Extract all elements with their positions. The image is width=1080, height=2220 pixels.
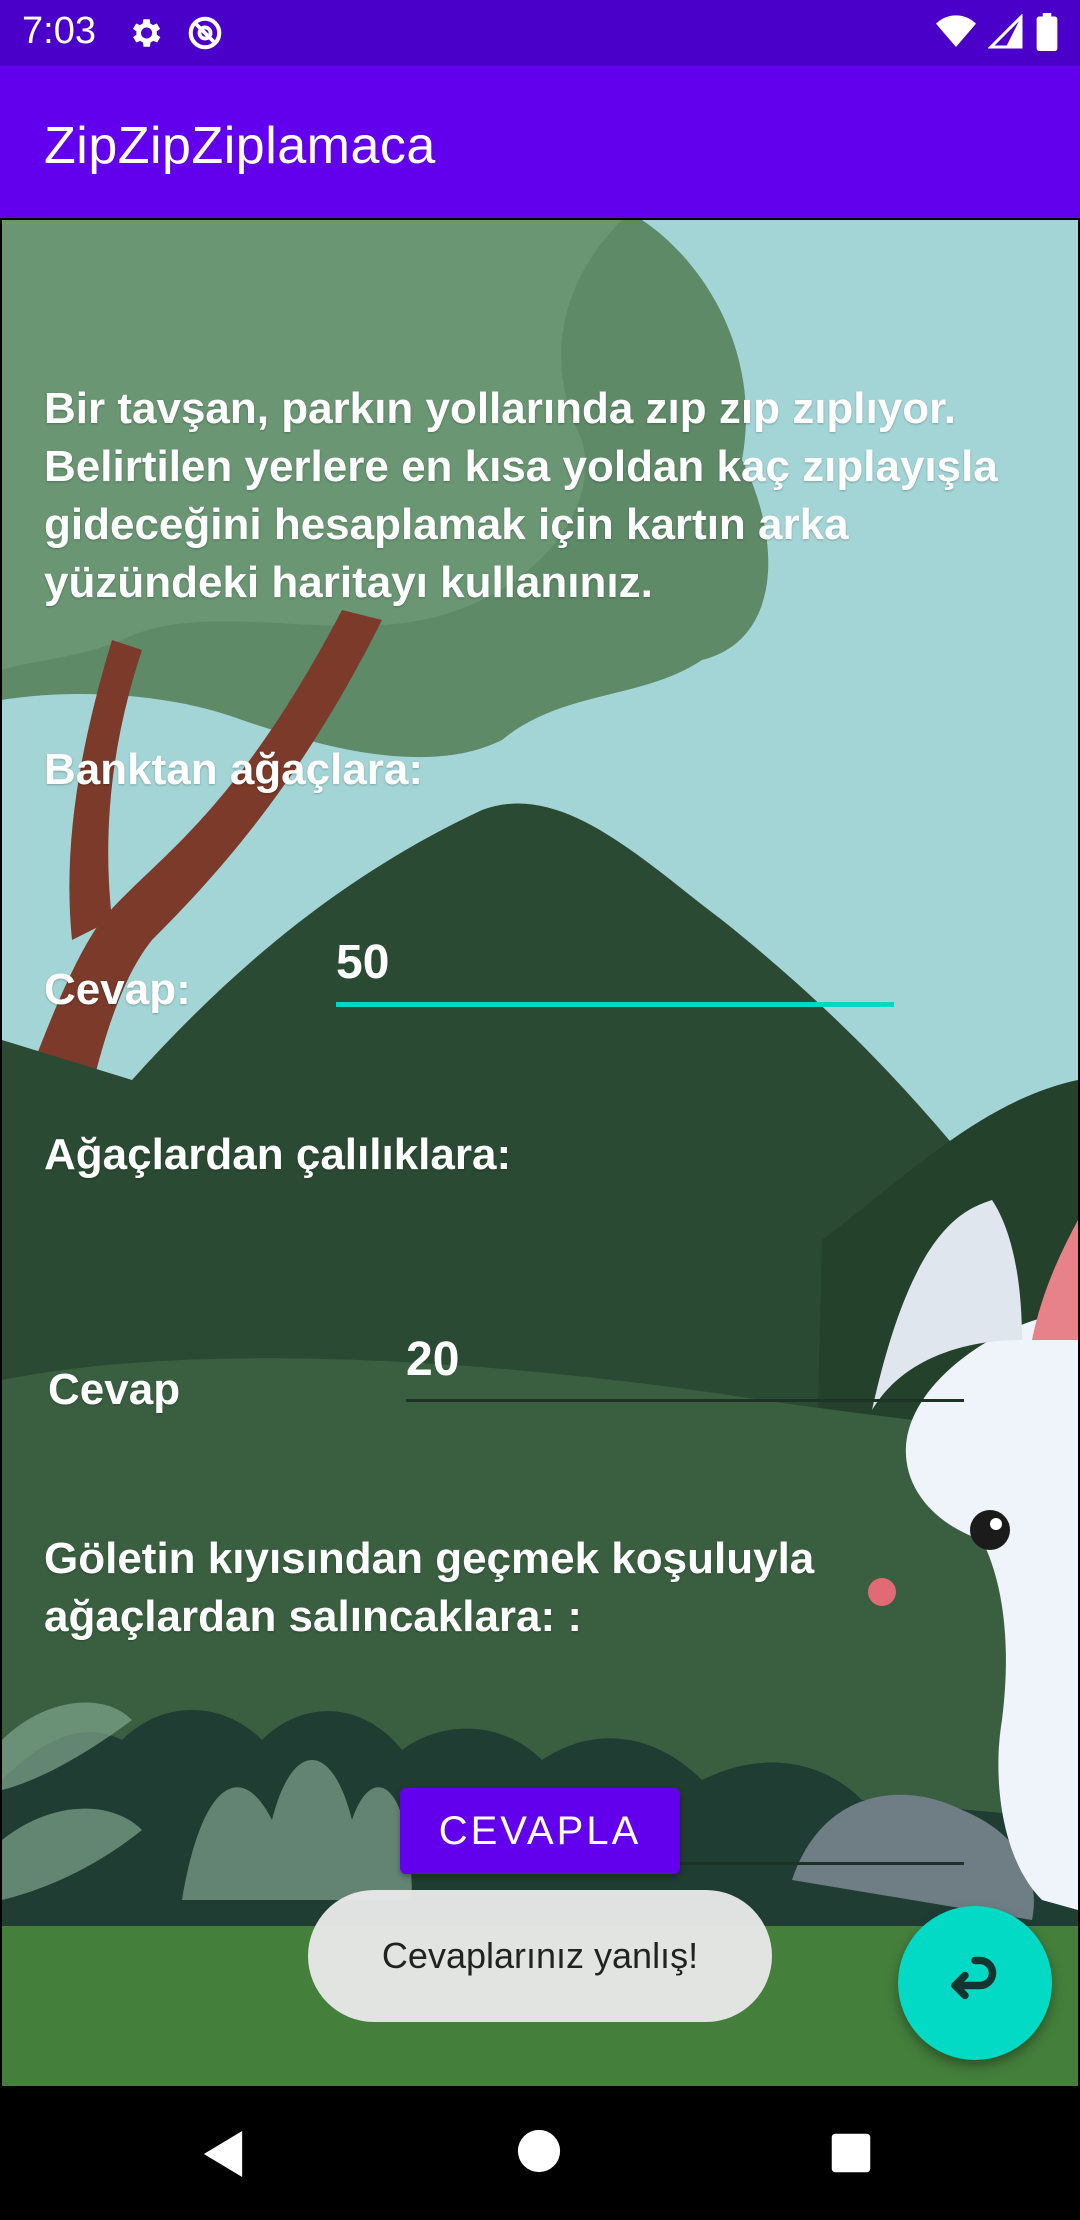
answer-2-input[interactable]: 20 <box>406 1332 964 1402</box>
answer-1-input[interactable]: 50 <box>336 935 894 1007</box>
status-time: 7:03 <box>22 10 96 52</box>
no-sync-icon <box>188 16 222 50</box>
navigation-bar <box>0 2088 1080 2220</box>
signal-icon <box>988 14 1023 49</box>
app-title: ZipZipZiplamaca <box>44 117 436 175</box>
submit-button[interactable]: CEVAPLA <box>400 1788 680 1874</box>
gear-icon <box>132 19 161 47</box>
status-bar: 7:03 <box>0 0 1080 66</box>
answer-1-label: Cevap: <box>44 965 191 1014</box>
back-icon[interactable] <box>200 2128 246 2180</box>
wifi-icon <box>936 15 976 47</box>
battery-icon <box>1036 13 1058 51</box>
app-bar: ZipZipZiplamaca <box>0 66 1080 218</box>
question-1-label: Banktan ağaçlara: <box>44 745 424 794</box>
home-icon[interactable] <box>516 2128 562 2174</box>
undo-icon <box>951 1956 997 2000</box>
intro-text: Bir tavşan, parkın yollarında zıp zıp zı… <box>44 384 998 607</box>
question-3-label: Göletin kıyısından geçmek koşuluyla ağaç… <box>44 1534 815 1641</box>
question-2-label: Ağaçlardan çalılıklara: <box>44 1130 512 1179</box>
undo-fab-button[interactable] <box>898 1906 1052 2060</box>
recents-icon[interactable] <box>830 2132 872 2174</box>
toast-message: Cevaplarınız yanlış! <box>308 1890 772 2022</box>
answer-2-label: Cevap <box>48 1365 181 1414</box>
